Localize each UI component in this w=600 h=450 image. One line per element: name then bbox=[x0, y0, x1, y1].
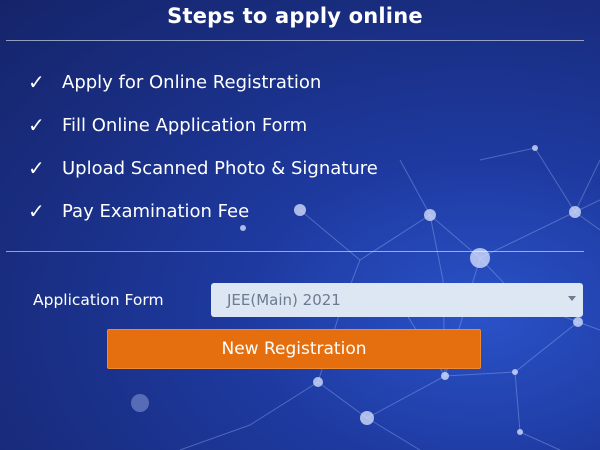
step-label: Fill Online Application Form bbox=[62, 114, 308, 136]
checkmark-icon: ✓ bbox=[28, 70, 45, 94]
top-divider bbox=[6, 40, 584, 41]
checkmark-icon: ✓ bbox=[28, 113, 45, 137]
application-form-row: Application Form JEE(Main) 2021 bbox=[33, 283, 583, 317]
step-item: ✓ Pay Examination Fee bbox=[28, 197, 378, 225]
new-registration-button[interactable]: New Registration bbox=[107, 329, 481, 369]
selected-option: JEE(Main) 2021 bbox=[227, 291, 341, 309]
step-item: ✓ Upload Scanned Photo & Signature bbox=[28, 154, 378, 182]
application-form-select[interactable]: JEE(Main) 2021 bbox=[211, 283, 583, 317]
application-form-label: Application Form bbox=[33, 291, 164, 309]
step-item: ✓ Apply for Online Registration bbox=[28, 68, 378, 96]
step-label: Pay Examination Fee bbox=[62, 200, 250, 222]
step-label: Apply for Online Registration bbox=[62, 71, 322, 93]
steps-list: ✓ Apply for Online Registration ✓ Fill O… bbox=[28, 68, 378, 240]
step-label: Upload Scanned Photo & Signature bbox=[62, 157, 378, 179]
step-item: ✓ Fill Online Application Form bbox=[28, 111, 378, 139]
page-title: Steps to apply online bbox=[167, 4, 423, 28]
dropdown-caret-icon bbox=[568, 296, 576, 301]
steps-panel: Steps to apply online ✓ Apply for Online… bbox=[0, 0, 600, 450]
checkmark-icon: ✓ bbox=[28, 156, 45, 180]
checkmark-icon: ✓ bbox=[28, 199, 45, 223]
middle-divider bbox=[6, 251, 584, 252]
